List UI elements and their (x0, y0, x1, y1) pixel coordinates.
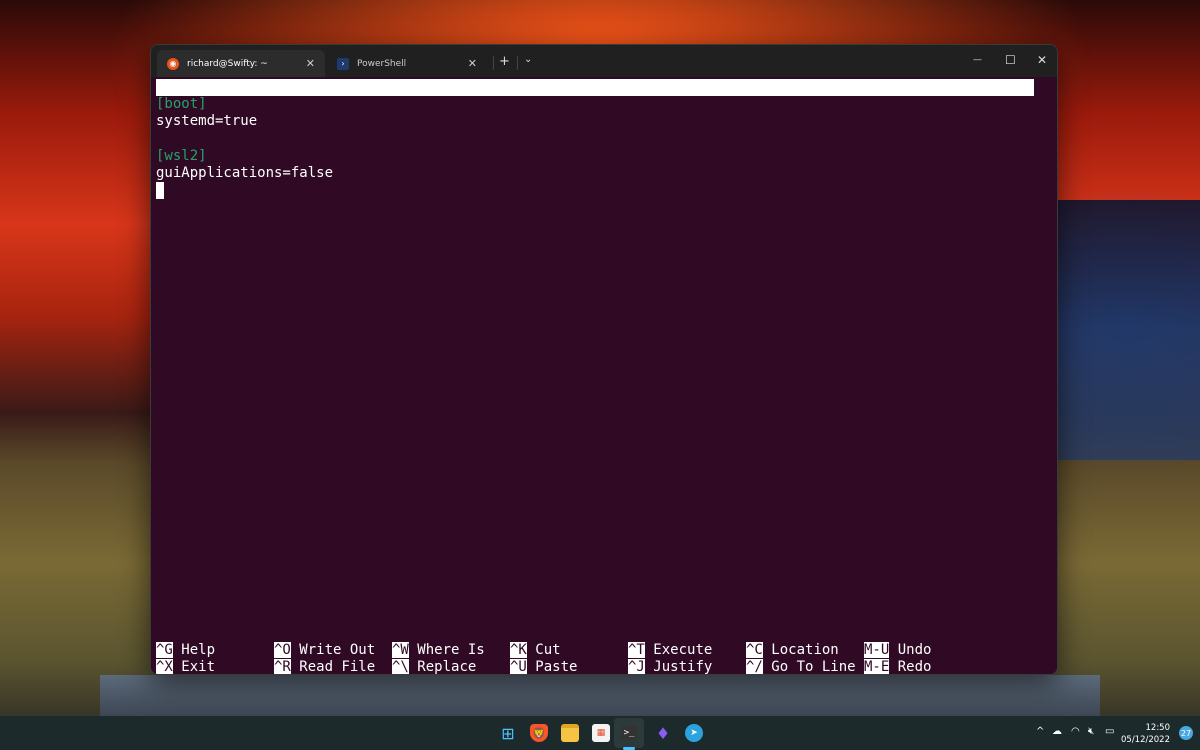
minimize-button[interactable]: — (973, 55, 982, 65)
shortcut-label: Read File (299, 659, 376, 675)
shortcut-paste: ^U Paste (510, 659, 578, 675)
shortcut-label: Undo (897, 642, 932, 658)
battery-icon[interactable]: ▭ (1105, 726, 1114, 737)
shortcut-key: M-U (864, 642, 890, 658)
tab-bar: ◉ richard@Swifty: ~ ✕ › PowerShell ✕ + ⌄… (151, 45, 1057, 77)
tab-ubuntu[interactable]: ◉ richard@Swifty: ~ ✕ (157, 50, 325, 77)
shortcut-key: ^C (746, 642, 763, 658)
shortcut-label: Cut (535, 642, 561, 658)
terminal-icon[interactable]: >_ (614, 718, 644, 748)
shortcut-label: Replace (417, 659, 477, 675)
nano-filename: /etc/wsl.conf * (562, 113, 689, 129)
new-tab-button[interactable]: + (499, 54, 510, 69)
shortcut-execute: ^T Execute (628, 642, 712, 659)
nano-titlebar: GNU nano 6.2 /etc/wsl.conf * (156, 79, 1034, 129)
tab-powershell[interactable]: › PowerShell ✕ (327, 50, 487, 77)
shortcut-location: ^C Location (746, 642, 839, 659)
editor-line: systemd=true (156, 113, 258, 129)
shortcut-label: Execute (653, 642, 713, 658)
clock[interactable]: 12:50 05/12/2022 (1121, 722, 1170, 746)
close-tab-icon[interactable]: ✕ (306, 57, 315, 70)
start-icon[interactable]: ⊞ (499, 724, 517, 743)
date: 05/12/2022 (1121, 735, 1170, 745)
shortcut-key: ^U (510, 659, 527, 675)
taskbar: ⊞ 🦁 ▦ >_ ♦ ➤ ^ ☁ ◠ 🔇︎ ▭ 12:50 05/12/2022… (0, 716, 1200, 750)
shortcut-key: ^K (510, 642, 527, 658)
shortcut-redo: M-E Redo (864, 659, 932, 675)
wifi-icon[interactable]: ◠ (1071, 726, 1080, 737)
chevron-up-icon[interactable]: ^ (1036, 726, 1044, 737)
editor-line: [wsl2] (156, 148, 207, 164)
shortcut-exit: ^X Exit (156, 659, 216, 675)
text-cursor (156, 182, 164, 199)
terminal-window: ◉ richard@Swifty: ~ ✕ › PowerShell ✕ + ⌄… (150, 44, 1058, 675)
shortcut-help: ^G Help (156, 642, 215, 659)
close-tab-icon[interactable]: ✕ (468, 57, 477, 70)
shortcut-label: Paste (535, 659, 578, 675)
shortcut-justify: ^J Justify (628, 659, 713, 675)
shortcut-key: ^\ (392, 659, 409, 675)
file-explorer-icon[interactable] (561, 724, 579, 742)
shortcut-go-to-line: ^/ Go To Line (746, 659, 856, 675)
shortcut-key: ^W (392, 642, 409, 658)
time: 12:50 (1145, 723, 1171, 733)
shortcut-key: ^J (628, 659, 645, 675)
close-button[interactable]: ✕ (1037, 53, 1047, 67)
shortcut-label: Redo (897, 659, 932, 675)
shortcut-key: ^T (628, 642, 645, 658)
shortcut-read-file: ^R Read File (274, 659, 376, 675)
shortcut-where-is: ^W Where Is (392, 642, 485, 659)
shortcut-key: ^G (156, 642, 173, 658)
obsidian-icon[interactable]: ♦ (654, 724, 672, 743)
ubuntu-icon: ◉ (167, 57, 179, 70)
shortcut-label: Write Out (299, 642, 376, 658)
shortcut-cut: ^K Cut (510, 642, 561, 659)
terminal-content[interactable]: GNU nano 6.2 /etc/wsl.conf * [boot] syst… (151, 77, 1057, 675)
telegram-icon[interactable]: ➤ (685, 724, 703, 742)
shortcut-key: ^X (156, 659, 173, 675)
editor-line: guiApplications=false (156, 165, 334, 181)
shortcut-label: Go To Line (771, 659, 856, 675)
tab-label: richard@Swifty: ~ (187, 58, 268, 69)
shortcut-label: Location (771, 642, 839, 658)
editor-line: [boot] (156, 96, 207, 112)
brave-icon[interactable]: 🦁 (530, 724, 548, 742)
shortcut-label: Where Is (417, 642, 485, 658)
tab-label: PowerShell (357, 58, 407, 69)
notification-badge[interactable]: 27 (1179, 726, 1193, 740)
shortcut-key: ^R (274, 659, 291, 675)
volume-muted-icon[interactable]: 🔇︎ (1088, 726, 1094, 737)
wallpaper-storm (1058, 200, 1200, 460)
shortcut-write-out: ^O Write Out (274, 642, 375, 659)
shortcut-undo: M-U Undo (864, 642, 931, 659)
wallpaper-road (100, 675, 1100, 720)
shortcut-replace: ^\ Replace (392, 659, 477, 675)
microsoft-store-icon[interactable]: ▦ (592, 724, 610, 742)
shortcut-label: Help (181, 642, 216, 658)
maximize-button[interactable]: ☐ (1005, 53, 1016, 67)
powershell-icon: › (337, 57, 349, 70)
onedrive-icon[interactable]: ☁ (1052, 726, 1062, 737)
shortcut-key: M-E (864, 659, 890, 675)
shortcut-label: Exit (181, 659, 216, 675)
chevron-down-icon[interactable]: ⌄ (524, 54, 532, 65)
shortcut-label: Justify (653, 659, 713, 675)
shortcut-key: ^/ (746, 659, 763, 675)
shortcut-key: ^O (274, 642, 291, 658)
